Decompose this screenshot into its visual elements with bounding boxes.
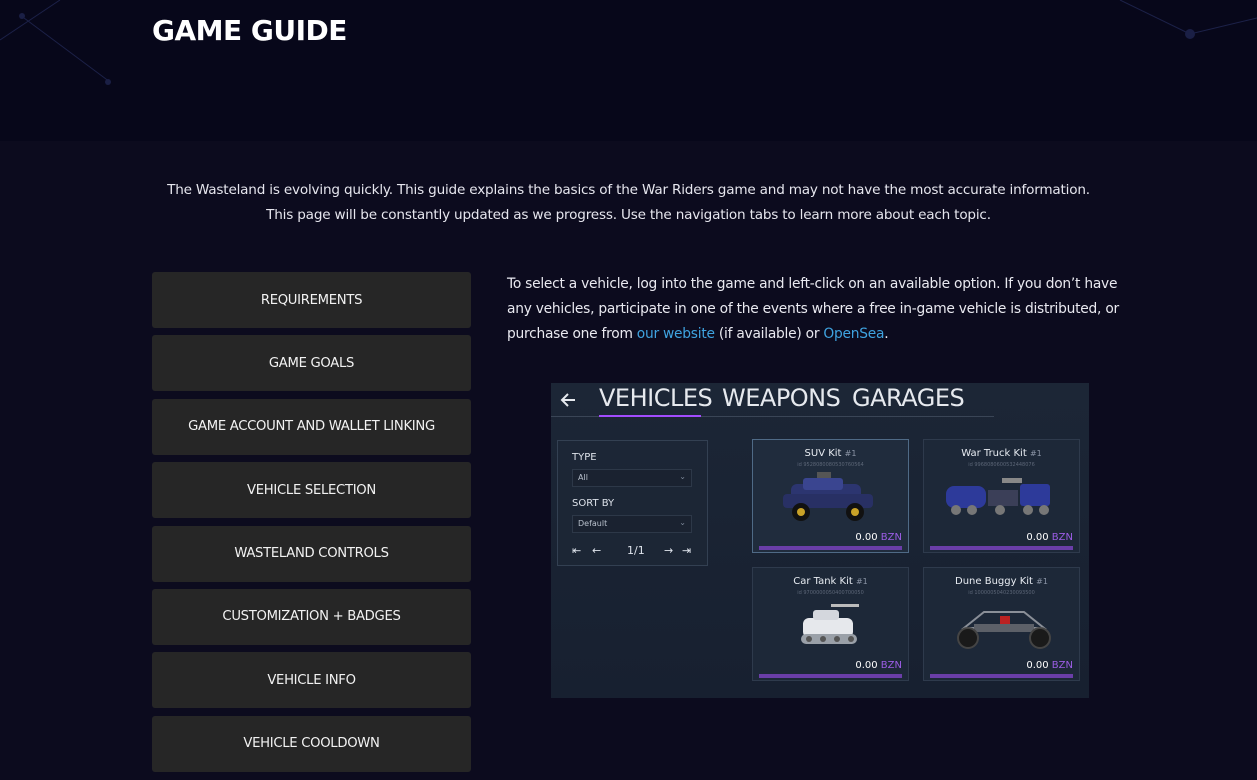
prev-page-icon: ← bbox=[592, 544, 602, 557]
vehicle-id: id 9528080080530760564 bbox=[797, 462, 864, 468]
chevron-down-icon: ⌄ bbox=[679, 518, 686, 527]
vehicle-price: 0.00 BZN bbox=[855, 532, 902, 543]
vehicle-card: Car Tank Kit #1 id 9700000050400700050 0… bbox=[752, 567, 909, 681]
vehicle-card: SUV Kit #1 id 9528080080530760564 0.00 B… bbox=[752, 439, 909, 553]
vehicle-number: #1 bbox=[844, 449, 857, 458]
filter-panel: TYPE All ⌄ SORT BY Default ⌄ ⇤ ← 1/1 → ⇥ bbox=[557, 440, 708, 566]
suv-vehicle-image bbox=[783, 472, 873, 521]
vehicle-id: id 9968080600532448076 bbox=[968, 462, 1035, 468]
tab-weapons: WEAPONS bbox=[722, 384, 841, 412]
vehicle-number: #1 bbox=[1036, 577, 1048, 586]
price-value: 0.00 bbox=[855, 532, 878, 543]
nav-item-game-goals[interactable]: GAME GOALS bbox=[152, 335, 471, 392]
vehicle-price: 0.00 BZN bbox=[855, 660, 902, 671]
nav-item-requirements[interactable]: REQUIREMENTS bbox=[152, 272, 471, 328]
vehicle-price: 0.00 BZN bbox=[1026, 660, 1073, 671]
tab-vehicles: VEHICLES bbox=[599, 384, 713, 412]
vehicle-card-title: War Truck Kit #1 bbox=[924, 448, 1079, 459]
card-status-bar bbox=[930, 546, 1073, 550]
vehicle-id: id 1000005040230093500 bbox=[968, 590, 1035, 596]
page-title: GAME GUIDE bbox=[152, 14, 347, 47]
sort-select-value: Default bbox=[578, 519, 608, 528]
intro-text: The Wasteland is evolving quickly. This … bbox=[0, 178, 1257, 228]
vehicle-selection-screenshot: VEHICLES WEAPONS GARAGES TYPE All ⌄ SORT… bbox=[551, 383, 1089, 698]
vehicle-name: Dune Buggy Kit bbox=[955, 576, 1033, 587]
card-status-bar bbox=[759, 546, 902, 550]
vehicle-name: War Truck Kit bbox=[961, 448, 1027, 459]
vehicle-number: #1 bbox=[855, 577, 868, 586]
opensea-link[interactable]: OpenSea bbox=[823, 326, 884, 342]
price-currency: BZN bbox=[1051, 532, 1073, 543]
card-status-bar bbox=[759, 674, 902, 678]
nav-item-vehicle-selection[interactable]: VEHICLE SELECTION bbox=[152, 462, 471, 519]
vehicle-number: #1 bbox=[1029, 449, 1042, 458]
page-indicator: 1/1 bbox=[627, 544, 645, 557]
screenshot-tabs: VEHICLES WEAPONS GARAGES bbox=[551, 383, 1089, 419]
price-value: 0.00 bbox=[1026, 532, 1049, 543]
vehicle-name: Car Tank Kit bbox=[793, 576, 853, 587]
dune-buggy-vehicle-image bbox=[957, 611, 1051, 649]
arrow-left-icon bbox=[560, 393, 575, 407]
vehicle-card-title: Car Tank Kit #1 bbox=[753, 576, 908, 587]
next-page-icon: → bbox=[664, 544, 674, 557]
type-label: TYPE bbox=[572, 452, 597, 463]
guide-navigation: REQUIREMENTS GAME GOALS GAME ACCOUNT AND… bbox=[152, 272, 471, 779]
content-text-end: . bbox=[884, 326, 889, 342]
price-currency: BZN bbox=[880, 660, 902, 671]
vehicle-card: War Truck Kit #1 id 9968080600532448076 … bbox=[923, 439, 1080, 553]
nav-item-account-wallet-linking[interactable]: GAME ACCOUNT AND WALLET LINKING bbox=[152, 398, 471, 455]
vehicle-card-title: SUV Kit #1 bbox=[753, 448, 908, 459]
vehicle-card: Dune Buggy Kit #1 id 1000005040230093500… bbox=[923, 567, 1080, 681]
nav-item-wasteland-controls[interactable]: WASTELAND CONTROLS bbox=[152, 525, 471, 582]
active-tab-indicator bbox=[599, 415, 701, 417]
nav-item-vehicle-info[interactable]: VEHICLE INFO bbox=[152, 652, 471, 709]
price-value: 0.00 bbox=[855, 660, 878, 671]
car-tank-vehicle-image bbox=[801, 604, 859, 644]
last-page-icon: ⇥ bbox=[682, 544, 692, 557]
sort-select: Default ⌄ bbox=[572, 515, 692, 533]
chevron-down-icon: ⌄ bbox=[679, 472, 686, 481]
type-select: All ⌄ bbox=[572, 469, 692, 487]
nav-item-customization-badges[interactable]: CUSTOMIZATION + BADGES bbox=[152, 588, 471, 645]
tab-garages: GARAGES bbox=[852, 384, 965, 412]
price-currency: BZN bbox=[880, 532, 902, 543]
intro-line-2: This page will be constantly updated as … bbox=[266, 207, 991, 223]
content-paragraph: To select a vehicle, log into the game a… bbox=[507, 272, 1127, 347]
vehicle-card-title: Dune Buggy Kit #1 bbox=[924, 576, 1079, 587]
vehicle-name: SUV Kit bbox=[804, 448, 842, 459]
vehicle-id: id 9700000050400700050 bbox=[797, 590, 864, 596]
website-link[interactable]: our website bbox=[637, 326, 715, 342]
vehicle-price: 0.00 BZN bbox=[1026, 532, 1073, 543]
content-text-middle: (if available) or bbox=[714, 326, 824, 342]
intro-line-1: The Wasteland is evolving quickly. This … bbox=[167, 182, 1090, 198]
page-header: GAME GUIDE bbox=[0, 0, 1257, 141]
war-truck-vehicle-image bbox=[946, 478, 1050, 515]
price-currency: BZN bbox=[1051, 660, 1073, 671]
type-select-value: All bbox=[578, 473, 588, 482]
sort-label: SORT BY bbox=[572, 498, 615, 509]
first-page-icon: ⇤ bbox=[572, 544, 582, 557]
price-value: 0.00 bbox=[1026, 660, 1049, 671]
nav-item-vehicle-cooldown[interactable]: VEHICLE COOLDOWN bbox=[152, 715, 471, 772]
card-status-bar bbox=[930, 674, 1073, 678]
